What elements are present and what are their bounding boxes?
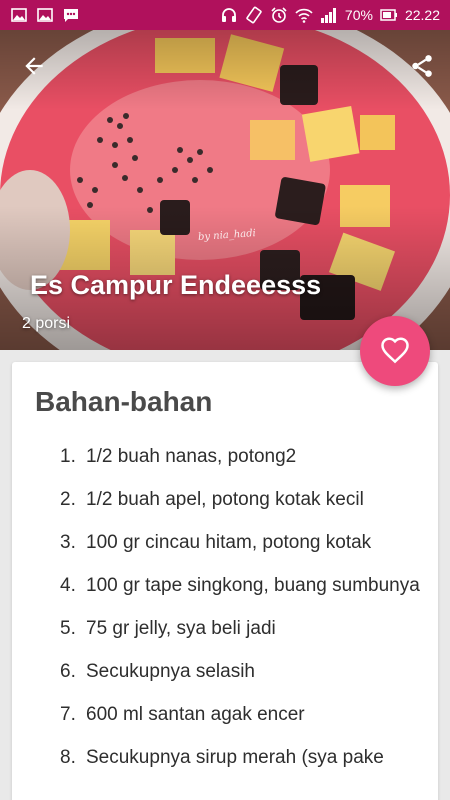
- rotate-icon: [245, 6, 263, 24]
- heart-outline-icon: [381, 337, 409, 364]
- signal-icon: [320, 6, 338, 24]
- ingredient-item: 5. 75 gr jelly, sya beli jadi: [60, 618, 276, 639]
- ingredients-card: Bahan-bahan 1. 1/2 buah nanas, potong2 2…: [12, 362, 438, 800]
- ingredients-heading: Bahan-bahan: [35, 386, 213, 417]
- recipe-hero-image: by nia_hadi Es Campur Endeeesss 2 porsi: [0, 30, 450, 350]
- ingredient-item: 7. 600 ml santan agak encer: [60, 704, 305, 725]
- ingredient-item: 3. 100 gr cincau hitam, potong kotak: [60, 532, 372, 553]
- status-bar: 70% 22.22: [0, 0, 450, 30]
- recipe-title: Es Campur Endeeesss: [30, 270, 322, 300]
- ingredient-item: 6. Secukupnya selasih: [60, 661, 255, 682]
- back-button[interactable]: [16, 48, 52, 84]
- ingredient-item: 4. 100 gr tape singkong, buang sumbunya: [60, 575, 420, 596]
- ingredient-item: 1. 1/2 buah nanas, potong2: [60, 446, 297, 467]
- recipe-portion: 2 porsi: [22, 315, 71, 332]
- favorite-button[interactable]: [360, 316, 430, 386]
- battery-icon: [380, 6, 398, 24]
- wifi-icon: [295, 6, 313, 24]
- status-bar-right: 70% 22.22: [220, 6, 440, 24]
- chat-icon: [62, 6, 80, 24]
- share-button[interactable]: [404, 48, 440, 84]
- arrow-back-icon: [25, 57, 43, 75]
- ingredients-list: 1. 1/2 buah nanas, potong2 2. 1/2 buah a…: [60, 444, 420, 788]
- clock: 22.22: [404, 7, 440, 23]
- status-bar-left: [10, 6, 80, 24]
- share-icon: [412, 55, 432, 77]
- alarm-icon: [270, 6, 288, 24]
- ingredient-item: 2. 1/2 buah apel, potong kotak kecil: [60, 489, 364, 510]
- headphones-icon: [220, 6, 238, 24]
- image-icon: [10, 6, 28, 24]
- image-icon: [36, 6, 54, 24]
- ingredient-item: 8. Secukupnya sirup merah (sya pake: [60, 747, 384, 768]
- battery-percent: 70%: [344, 7, 373, 23]
